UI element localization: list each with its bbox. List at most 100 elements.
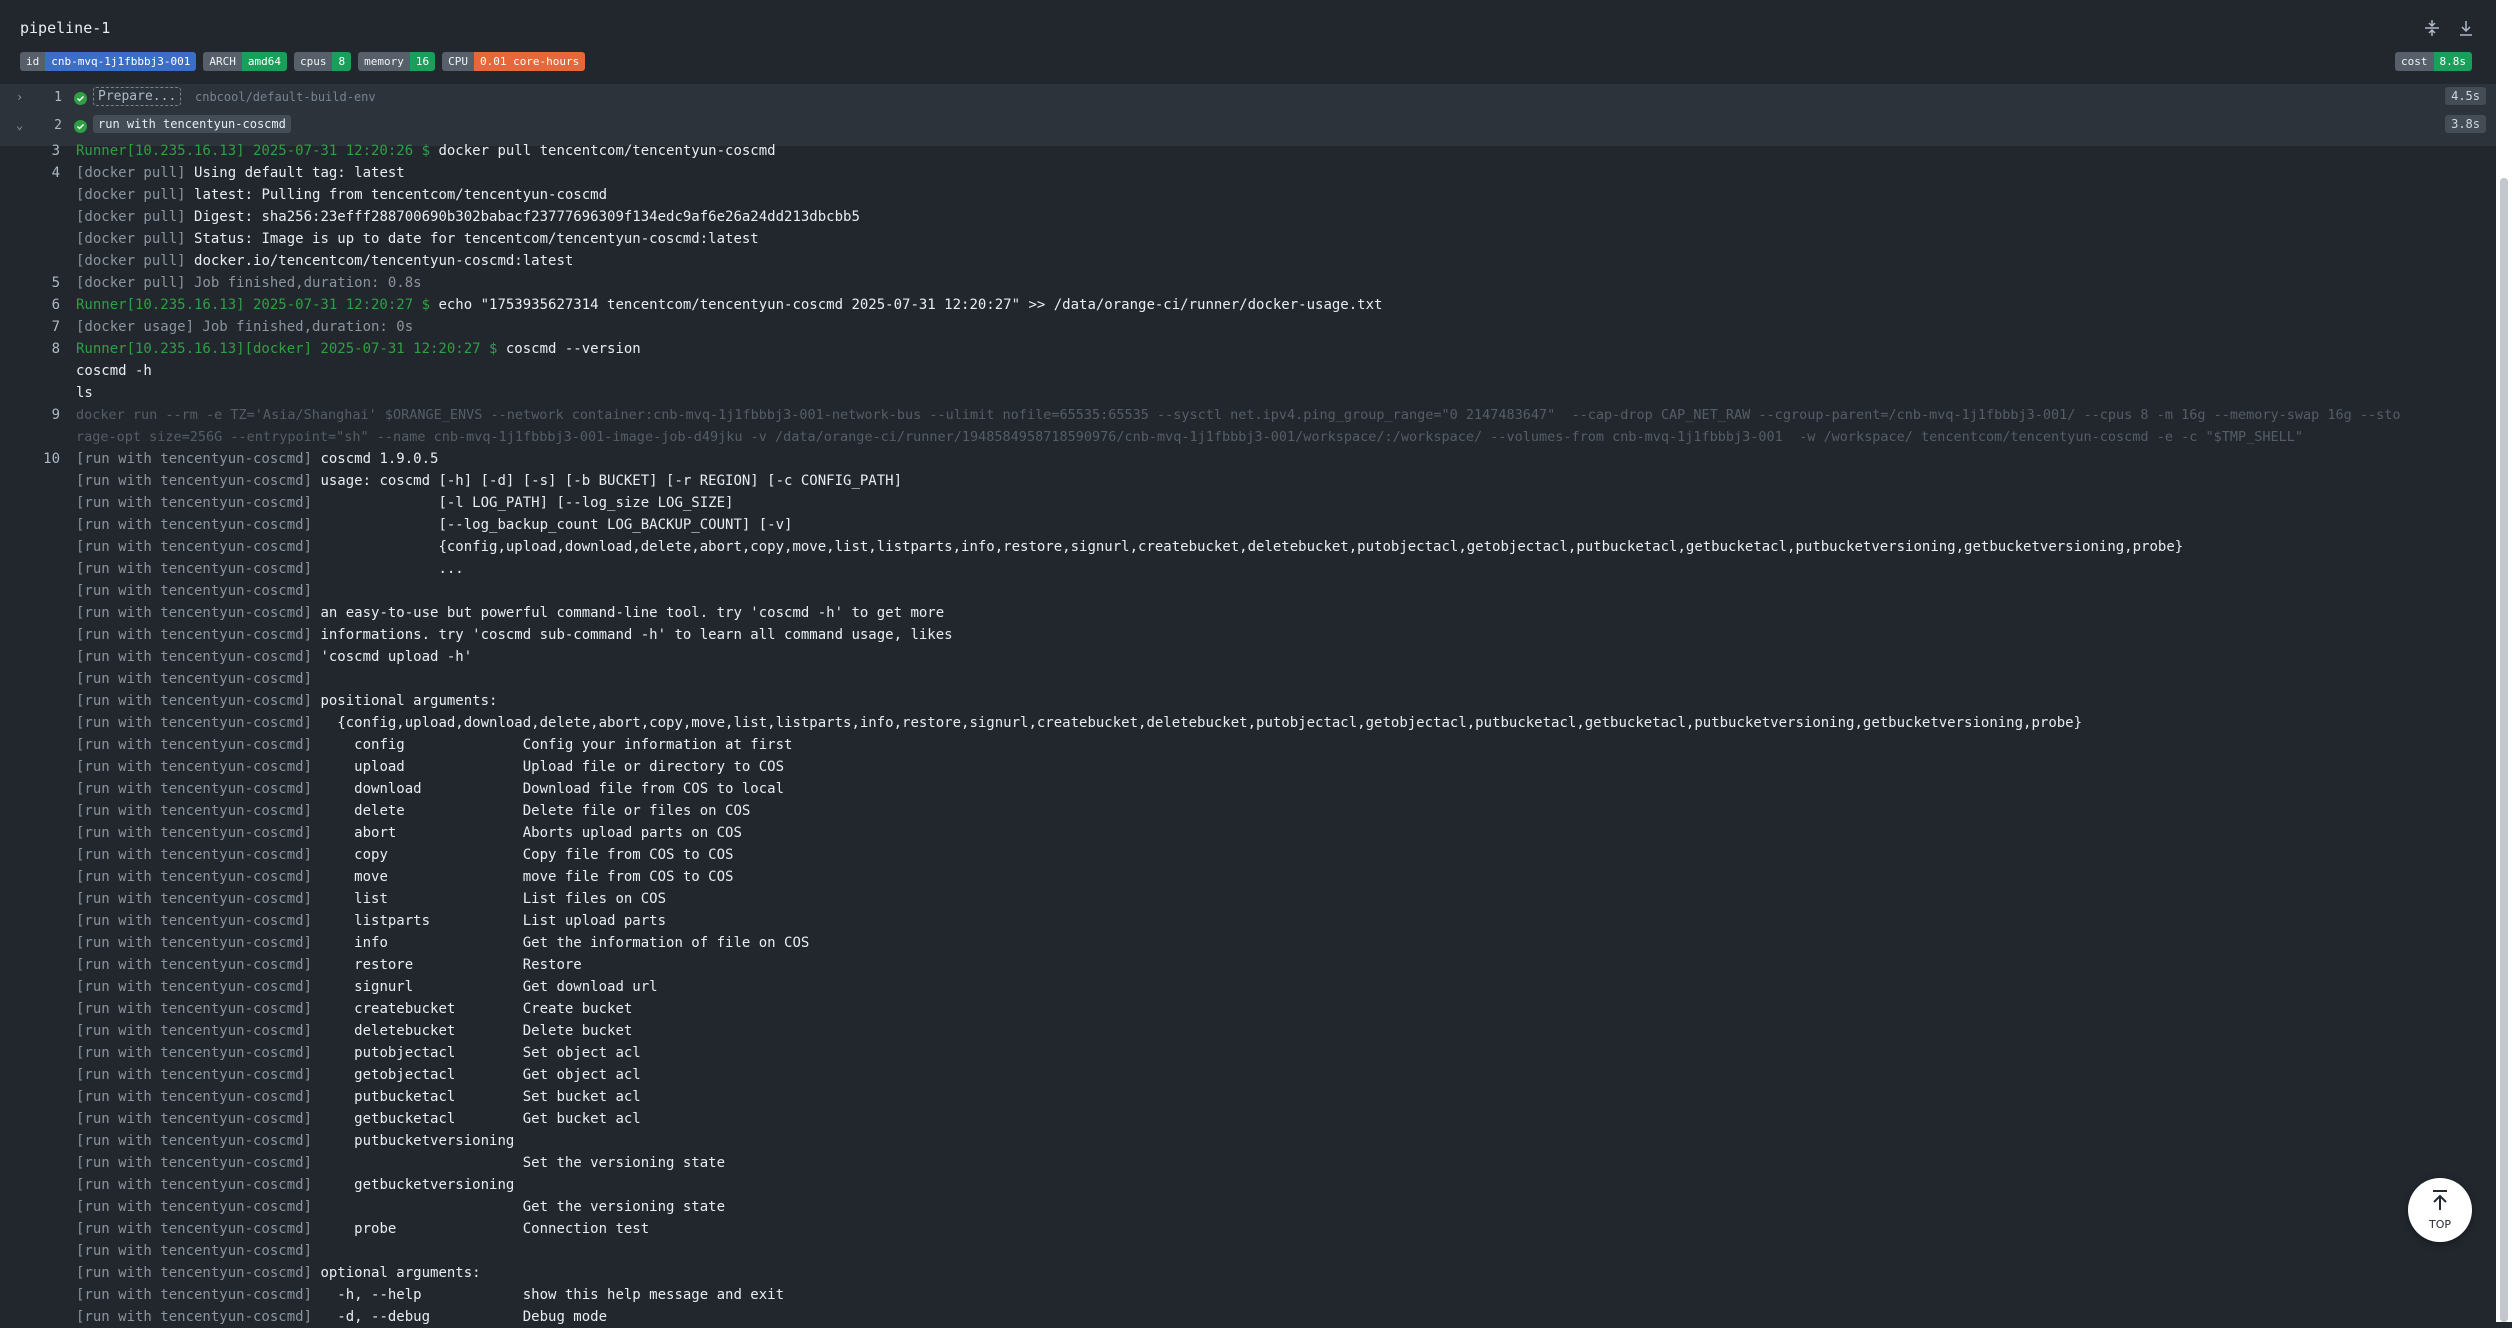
step-row-run[interactable]: ⌄ 2 run with tencentyun-coscmd 3.8s — [0, 112, 2496, 140]
step-list: › 1 Prepare... cnbcool/default-build-env… — [0, 84, 2496, 146]
log-prefix: [run with tencentyun-coscmd] — [76, 715, 321, 731]
log-line: [run with tencentyun-coscmd] putobjectac… — [0, 1042, 2496, 1064]
log-prefix: [run with tencentyun-coscmd] — [76, 1309, 321, 1325]
log-prefix: [run with tencentyun-coscmd] — [76, 451, 321, 467]
log-line-content: [run with tencentyun-coscmd] — [76, 1240, 320, 1262]
log-line: [run with tencentyun-coscmd] {config,upl… — [0, 712, 2496, 734]
log-line: [run with tencentyun-coscmd] ... — [0, 558, 2496, 580]
log-line-content: [docker pull] Using default tag: latest — [76, 162, 405, 184]
log-line-content: [run with tencentyun-coscmd] coscmd 1.9.… — [76, 448, 438, 470]
badge-value: 16 — [409, 52, 436, 71]
log-command-text: rage-opt size=256G --entrypoint="sh" --n… — [76, 429, 2303, 445]
step-name[interactable]: run with tencentyun-coscmd — [93, 115, 291, 133]
log-line-number: 5 — [51, 275, 60, 291]
log-prefix: [run with tencentyun-coscmd] — [76, 935, 321, 951]
log-line-content: [run with tencentyun-coscmd] putobjectac… — [76, 1042, 641, 1064]
log-text: Using default tag: latest — [194, 165, 405, 181]
badge-value: 8 — [332, 52, 352, 71]
check-circle-icon — [74, 120, 87, 133]
log-line: [run with tencentyun-coscmd] -d, --debug… — [0, 1306, 2496, 1328]
log-line: [docker pull] docker.io/tencentcom/tence… — [0, 250, 2496, 272]
log-line-content: [run with tencentyun-coscmd] putbucketve… — [76, 1130, 514, 1152]
log-prefix: [run with tencentyun-coscmd] — [76, 759, 321, 775]
check-circle-icon — [74, 92, 87, 105]
log-prefix: [docker pull] — [76, 253, 195, 269]
log-line: [run with tencentyun-coscmd] -h, --help … — [0, 1284, 2496, 1306]
log-line: [run with tencentyun-coscmd] — [0, 1240, 2496, 1262]
log-line-content: [run with tencentyun-coscmd] — [76, 668, 320, 690]
badge-value: 0.01 core-hours — [473, 52, 586, 71]
log-text: putbucketacl Set bucket acl — [320, 1089, 641, 1105]
scroll-to-top-button[interactable]: TOP — [2408, 1178, 2472, 1242]
log-line-content: Runner[10.235.16.13][docker] 2025-07-31 … — [76, 338, 641, 360]
log-text: info Get the information of file on COS — [320, 935, 810, 951]
log-text: getobjectacl Get object acl — [320, 1067, 641, 1083]
log-line-content: [run with tencentyun-coscmd] getobjectac… — [76, 1064, 641, 1086]
log-line: [run with tencentyun-coscmd] information… — [0, 624, 2496, 646]
log-line-content: [docker pull] docker.io/tencentcom/tence… — [76, 250, 573, 272]
log-line-content: [run with tencentyun-coscmd] getbucketve… — [76, 1174, 514, 1196]
log-line: [run with tencentyun-coscmd] move move f… — [0, 866, 2496, 888]
log-line-content: [run with tencentyun-coscmd] [-l LOG_PAT… — [76, 492, 733, 514]
log-line-content: [docker pull] Digest: sha256:23efff28870… — [76, 206, 860, 228]
chevron-right-icon[interactable]: › — [16, 90, 23, 104]
info-badge: id cnb-mvq-1j1fbbbj3-001 — [20, 52, 197, 71]
log-prefix: Runner[10.235.16.13] 2025-07-31 12:20:26… — [76, 143, 439, 159]
top-label: TOP — [2428, 1218, 2451, 1231]
log-line-content: [run with tencentyun-coscmd] probe Conne… — [76, 1218, 649, 1240]
log-line-number: 8 — [51, 341, 60, 357]
log-line: [run with tencentyun-coscmd] [--log_back… — [0, 514, 2496, 536]
log-line-content: [run with tencentyun-coscmd] optional ar… — [76, 1262, 481, 1284]
log-line-number: 4 — [51, 165, 60, 181]
log-line: [run with tencentyun-coscmd] Get the ver… — [0, 1196, 2496, 1218]
log-line: [run with tencentyun-coscmd] positional … — [0, 690, 2496, 712]
step-duration: 4.5s — [2445, 87, 2486, 105]
collapse-icon[interactable] — [2420, 16, 2444, 40]
log-prefix: [run with tencentyun-coscmd] — [76, 803, 321, 819]
step-name[interactable]: Prepare... — [93, 87, 182, 106]
log-prefix: [run with tencentyun-coscmd] — [76, 979, 321, 995]
log-line-content: [run with tencentyun-coscmd] information… — [76, 624, 953, 646]
log-line: [run with tencentyun-coscmd] getbucketac… — [0, 1108, 2496, 1130]
log-line: 5 [docker pull] Job finished,duration: 0.… — [0, 272, 2496, 294]
step-image: cnbcool/default-build-env — [195, 90, 376, 104]
chevron-down-icon[interactable]: ⌄ — [16, 118, 23, 132]
log-line: [docker pull] Digest: sha256:23efff28870… — [0, 206, 2496, 228]
log-text: getbucketacl Get bucket acl — [320, 1111, 641, 1127]
log-text: delete Delete file or files on COS — [320, 803, 751, 819]
log-line: [run with tencentyun-coscmd] abort Abort… — [0, 822, 2496, 844]
step-row-prepare[interactable]: › 1 Prepare... cnbcool/default-build-env… — [0, 84, 2496, 112]
log-line: 9 docker run --rm -e TZ='Asia/Shanghai' $… — [0, 404, 2496, 426]
log-prefix: [run with tencentyun-coscmd] — [76, 473, 321, 489]
log-prefix: [run with tencentyun-coscmd] — [76, 1155, 321, 1171]
info-badge: ARCH amd64 — [203, 52, 287, 71]
log-line: [run with tencentyun-coscmd] download Do… — [0, 778, 2496, 800]
log-line-content: [run with tencentyun-coscmd] — [76, 580, 320, 602]
log-text: upload Upload file or directory to COS — [320, 759, 785, 775]
log-line-content: [run with tencentyun-coscmd] upload Uplo… — [76, 756, 784, 778]
badge-key: CPU — [442, 52, 474, 71]
log-line-content: [run with tencentyun-coscmd] getbucketac… — [76, 1108, 641, 1130]
log-prefix: [run with tencentyun-coscmd] — [76, 517, 321, 533]
log-text: Digest: sha256:23efff288700690b302babacf… — [194, 209, 860, 225]
log-prefix: [run with tencentyun-coscmd] — [76, 539, 321, 555]
log-line: [run with tencentyun-coscmd] Set the ver… — [0, 1152, 2496, 1174]
log-prefix: [run with tencentyun-coscmd] — [76, 671, 321, 687]
log-text: docker pull tencentcom/tencentyun-coscmd — [438, 143, 776, 159]
badge-value: amd64 — [241, 52, 287, 71]
badge-key: cpus — [293, 52, 333, 71]
step-duration: 3.8s — [2445, 115, 2486, 133]
log-line: [docker pull] Status: Image is up to dat… — [0, 228, 2496, 250]
log-text: 'coscmd upload -h' — [320, 649, 473, 665]
scrollbar-thumb[interactable] — [2500, 178, 2508, 1322]
log-line-content: [run with tencentyun-coscmd] list List f… — [76, 888, 666, 910]
log-text: putobjectacl Set object acl — [320, 1045, 641, 1061]
log-line: [docker pull] latest: Pulling from tence… — [0, 184, 2496, 206]
page-title: pipeline-1 — [20, 19, 111, 37]
download-icon[interactable] — [2454, 16, 2478, 40]
log-prefix: [run with tencentyun-coscmd] — [76, 583, 321, 599]
scrollbar[interactable] — [2496, 0, 2512, 1322]
log-prefix: [run with tencentyun-coscmd] — [76, 825, 321, 841]
log-text: docker.io/tencentcom/tencentyun-coscmd:l… — [194, 253, 574, 269]
log-line: 6 Runner[10.235.16.13] 2025-07-31 12:20:2… — [0, 294, 2496, 316]
